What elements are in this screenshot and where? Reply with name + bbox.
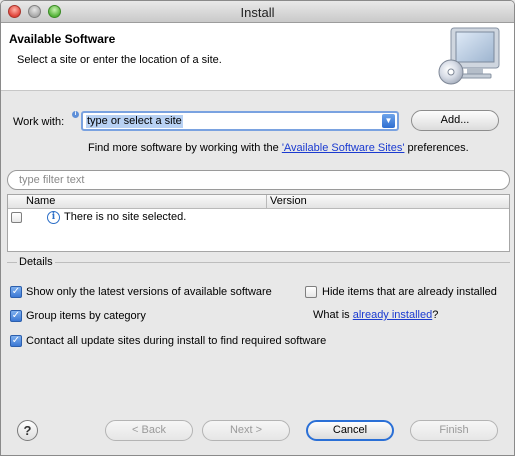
column-name-header[interactable]: Name: [8, 195, 267, 209]
already-installed-link[interactable]: already installed: [353, 309, 433, 321]
details-section: Details: [7, 256, 510, 270]
page-description: Select a site or enter the location of a…: [17, 54, 222, 66]
title-bar: Install: [1, 1, 514, 23]
work-with-label: Work with:: [13, 116, 65, 128]
more-software-prefix: Find more software by working with the: [88, 142, 282, 154]
finish-button[interactable]: Finish: [410, 420, 498, 441]
details-label: Details: [17, 256, 55, 268]
info-icon: i: [47, 211, 60, 224]
details-divider: [7, 262, 510, 263]
what-is-suffix: ?: [432, 309, 439, 321]
row-checkbox[interactable]: [11, 212, 22, 223]
more-software-suffix: preferences.: [404, 142, 469, 154]
back-button[interactable]: < Back: [105, 420, 193, 441]
available-software-sites-link[interactable]: 'Available Software Sites': [282, 142, 405, 154]
what-is-prefix: What is: [313, 309, 353, 321]
wizard-header: Available Software Select a site or ente…: [1, 23, 514, 91]
install-window: Install Available Software Select a site…: [0, 0, 515, 456]
chevron-down-icon[interactable]: ▼: [382, 114, 395, 128]
show-latest-checkbox[interactable]: ✓: [10, 286, 22, 298]
window-title: Install: [240, 5, 275, 20]
contact-update-sites-label[interactable]: Contact all update sites during install …: [26, 335, 326, 347]
hide-installed-checkbox[interactable]: [305, 286, 317, 298]
software-table[interactable]: Name Version i There is no site selected…: [7, 194, 510, 252]
site-combo-value[interactable]: type or select a site: [86, 115, 183, 128]
cancel-button[interactable]: Cancel: [306, 420, 394, 441]
hide-installed-label[interactable]: Hide items that are already installed: [322, 286, 513, 298]
filter-placeholder: type filter text: [19, 174, 85, 186]
group-by-category-label[interactable]: Group items by category: [26, 310, 146, 322]
page-title: Available Software: [9, 32, 116, 46]
help-icon[interactable]: ?: [17, 420, 38, 441]
what-is-installed-text: What is already installed?: [313, 309, 438, 321]
group-by-category-checkbox[interactable]: ✓: [10, 310, 22, 322]
contact-update-sites-checkbox[interactable]: ✓: [10, 335, 22, 347]
column-version-header[interactable]: Version: [267, 195, 509, 209]
table-row[interactable]: i There is no site selected.: [8, 210, 509, 226]
show-latest-label[interactable]: Show only the latest versions of availab…: [26, 286, 272, 298]
more-software-text: Find more software by working with the '…: [88, 142, 469, 154]
monitor-cd-icon: [438, 27, 500, 85]
next-button[interactable]: Next >: [202, 420, 290, 441]
info-icon: i: [72, 111, 79, 118]
add-site-button[interactable]: Add...: [411, 110, 499, 131]
filter-input[interactable]: type filter text: [7, 170, 510, 190]
table-row-text: There is no site selected.: [64, 211, 187, 223]
site-combo[interactable]: type or select a site ▼: [81, 111, 399, 131]
